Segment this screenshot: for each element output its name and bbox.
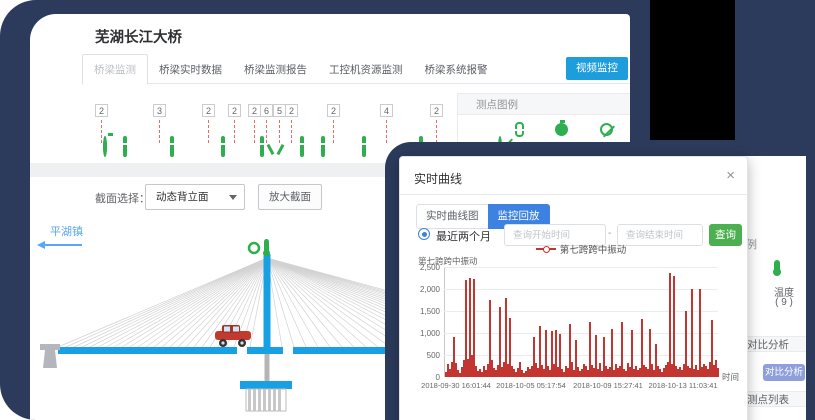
main-tab[interactable]: 桥梁监测报告 — [233, 55, 318, 84]
desktop: 芜湖长江大桥 桥梁监测桥梁实时数据桥梁监测报告工控机资源监测桥梁系统报警 视频监控… — [0, 0, 815, 420]
alarm-dash-line — [333, 120, 334, 143]
sensor-count-badge: 4 — [380, 104, 393, 117]
chart-x-axis-title: 时间 — [722, 371, 739, 383]
sensor-count-badge: 2 — [228, 104, 241, 117]
section-select-label: 截面选择： — [95, 190, 150, 206]
page-title: 芜湖长江大桥 — [95, 26, 182, 47]
bridge-deck — [58, 347, 237, 354]
alarm-dash-line — [279, 120, 280, 143]
sensor-count-badge: 2 — [202, 104, 215, 117]
alarm-dash-line — [254, 120, 255, 143]
alarm-dash-line — [266, 120, 267, 143]
alarm-dash-line — [208, 120, 209, 143]
chart-legend[interactable]: 第七跨跨中振动 — [444, 242, 718, 256]
main-tab[interactable]: 工控机资源监测 — [318, 55, 414, 84]
legend-marker-icon — [536, 244, 556, 253]
chain-sensor-icon[interactable] — [362, 136, 366, 157]
chain-sensor-icon[interactable] — [221, 136, 225, 157]
legend-chain-icon — [515, 122, 524, 137]
sensor-count-badge: 6 — [260, 104, 273, 117]
chart-bars — [445, 267, 718, 377]
close-icon[interactable]: × — [726, 167, 735, 184]
y-tick-label: 2,000 — [400, 285, 440, 294]
chart-bar — [673, 276, 675, 377]
sensor-count-badge: 2 — [327, 104, 340, 117]
realtime-curve-modal: 实时曲线 × 实时曲线图监控回放 最近两个月 - 查询 第七跨跨中振动 第七跨跨… — [399, 156, 748, 420]
alarm-dash-line — [386, 120, 387, 143]
section-select-value: 动态背立面 — [156, 191, 209, 203]
alarm-dash-line — [159, 120, 160, 143]
y-tick-label: 1,000 — [400, 329, 440, 338]
compare-analysis-button[interactable]: 对比分析 — [763, 364, 805, 381]
main-tab[interactable]: 桥梁实时数据 — [148, 55, 233, 84]
chain-sensor-icon[interactable] — [321, 136, 325, 157]
chart-bar — [691, 289, 693, 377]
alarm-dash-line — [234, 120, 235, 143]
chart-bar — [473, 279, 475, 377]
date-separator: - — [608, 228, 611, 239]
bridge-abutment — [40, 344, 60, 368]
main-tab[interactable]: 桥梁监测 — [82, 54, 148, 85]
car — [215, 325, 251, 347]
clock-sensor-icon[interactable] — [103, 136, 107, 157]
sensor-count-badge: 2 — [285, 104, 298, 117]
alarm-dash-line — [291, 120, 292, 143]
legend-ban-icon — [600, 123, 613, 136]
sensor-count-badge: 2 — [95, 104, 108, 117]
alarm-dash-line — [101, 120, 102, 143]
desktop-black-region — [650, 0, 735, 140]
section-select-dropdown[interactable]: 动态背立面 — [145, 184, 245, 210]
chain-sensor-icon[interactable] — [170, 136, 174, 157]
alarm-dash-line — [436, 120, 437, 143]
x-tick-label: 2018-10-13 11:03:41 — [638, 381, 728, 390]
chevron-down-icon — [229, 195, 237, 200]
chart-bar — [699, 289, 701, 377]
main-tab[interactable]: 桥梁系统报警 — [414, 55, 499, 84]
last-two-months-radio[interactable] — [418, 228, 430, 240]
video-monitor-button[interactable]: 视频监控 — [566, 57, 628, 80]
y-tick-label: 1,500 — [400, 307, 440, 316]
chain-sensor-icon[interactable] — [123, 136, 127, 157]
chart-bar — [669, 273, 671, 377]
modal-title: 实时曲线 — [414, 170, 462, 187]
main-tabs: 桥梁监测桥梁实时数据桥梁监测报告工控机资源监测桥梁系统报警 视频监控 — [82, 54, 630, 84]
legend-clock-icon — [555, 123, 568, 136]
modal-tab[interactable]: 实时曲线图 — [416, 204, 488, 229]
chain-sensor-icon[interactable] — [300, 136, 304, 157]
temperature-count: ( 9 ) — [762, 297, 806, 308]
sensor-count-badge: 2 — [430, 104, 443, 117]
y-tick-label: 2,500 — [400, 263, 440, 272]
sensor-count-badge: 3 — [153, 104, 166, 117]
tower-sensor-icon — [249, 243, 259, 253]
bridge-tower — [264, 254, 271, 347]
modal-titlebar: 实时曲线 × — [400, 157, 747, 195]
y-tick-label: 500 — [400, 351, 440, 360]
chart-bar — [717, 368, 719, 377]
legend-panel-header: 测点图例 — [457, 93, 630, 115]
legend-label: 第七跨跨中振动 — [560, 245, 627, 256]
zoom-section-button[interactable]: 放大截面 — [258, 184, 322, 210]
chain-sensor-icon[interactable] — [260, 136, 264, 157]
thermometer-icon — [774, 260, 780, 273]
